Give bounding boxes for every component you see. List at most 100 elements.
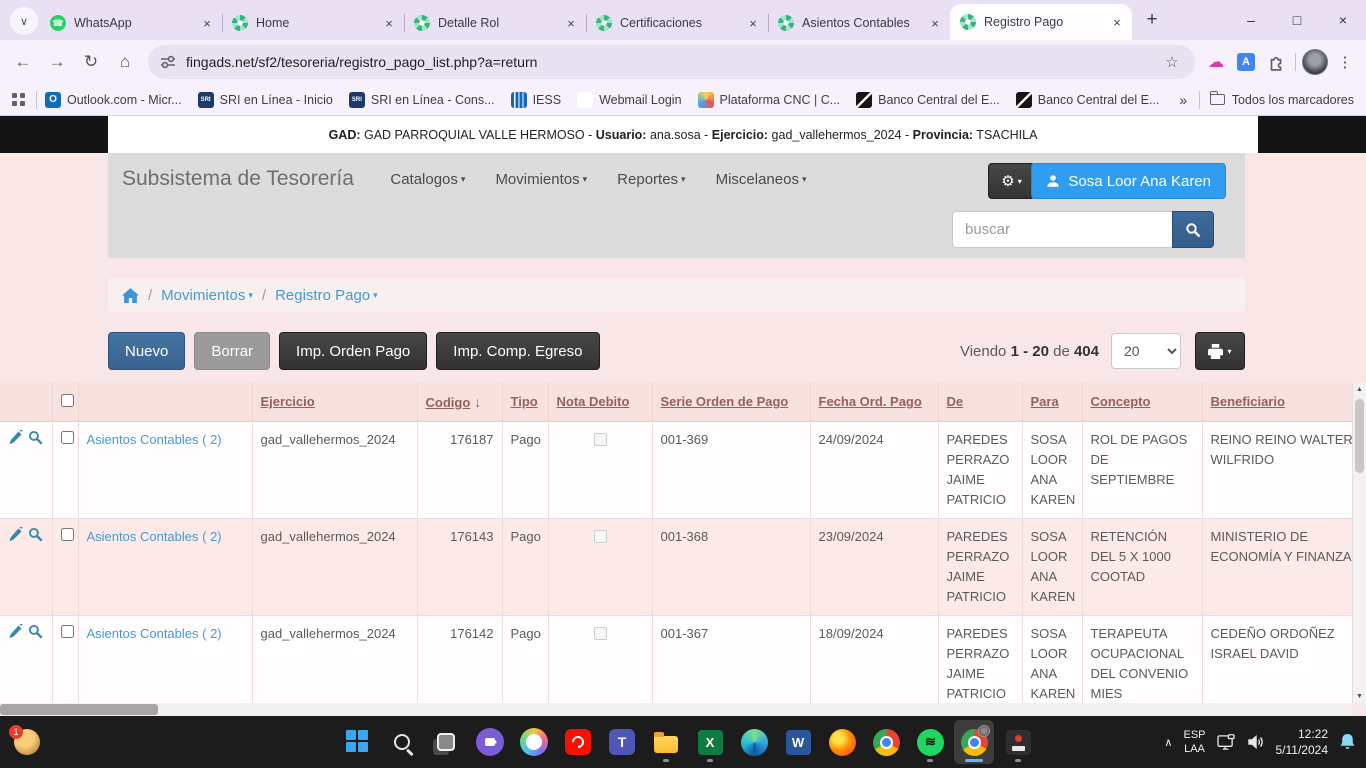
vertical-scroll-thumb[interactable]	[1355, 399, 1364, 473]
maximize-button[interactable]: □	[1274, 0, 1320, 40]
tab-detalle-rol[interactable]: Detalle Rol ×	[404, 6, 586, 40]
bookmark-bce-2[interactable]: Banco Central del E...	[1016, 92, 1160, 108]
edge-icon[interactable]	[734, 720, 774, 764]
print-button[interactable]: ▾	[1195, 332, 1245, 370]
menu-movimientos[interactable]: Movimientos▾	[495, 171, 587, 188]
view-magnifier-icon[interactable]	[28, 527, 43, 542]
home-breadcrumb-icon[interactable]	[122, 288, 139, 303]
url-text[interactable]: fingads.net/sf2/tesoreria/registro_pago_…	[186, 54, 1161, 70]
spotify-icon[interactable]: ≋	[910, 720, 950, 764]
tab-whatsapp[interactable]: ☎ WhatsApp ×	[40, 6, 222, 40]
page-size-select[interactable]: 20	[1111, 333, 1181, 369]
close-icon[interactable]: ×	[926, 14, 944, 32]
header-concepto[interactable]: Concepto	[1091, 394, 1151, 409]
monitor-icon[interactable]	[1217, 734, 1236, 751]
task-view-icon[interactable]	[426, 720, 466, 764]
bookmark-cnc[interactable]: Plataforma CNC | C...	[698, 92, 841, 108]
bookmark-iess[interactable]: IESS	[511, 92, 562, 108]
translate-icon[interactable]: A	[1231, 47, 1261, 77]
header-codigo[interactable]: Codigo	[426, 395, 471, 410]
scroll-down-icon[interactable]: ▼	[1353, 693, 1366, 700]
bookmarks-overflow-chevron[interactable]: »	[1179, 92, 1187, 108]
imp-comp-egreso-button[interactable]: Imp. Comp. Egreso	[436, 332, 599, 370]
bookmark-webmail[interactable]: cPWebmail Login	[577, 92, 681, 108]
back-icon[interactable]: ←	[6, 45, 40, 79]
close-icon[interactable]: ×	[562, 14, 580, 32]
start-button[interactable]	[338, 720, 378, 764]
minimize-button[interactable]: –	[1228, 0, 1274, 40]
tray-chevron-icon[interactable]: ∧	[1164, 736, 1172, 749]
home-icon[interactable]: ⌂	[108, 45, 142, 79]
teams-icon[interactable]: T	[602, 720, 642, 764]
bookmark-star-icon[interactable]: ☆	[1161, 53, 1183, 71]
excel-icon[interactable]: X	[690, 720, 730, 764]
reload-icon[interactable]: ↻	[74, 45, 108, 79]
close-icon[interactable]: ×	[198, 14, 216, 32]
edit-pencil-icon[interactable]	[8, 430, 23, 445]
launcher-app-icon[interactable]	[998, 720, 1038, 764]
profile-avatar[interactable]	[1300, 47, 1330, 77]
tab-search-chevron-icon[interactable]: ∨	[10, 7, 38, 35]
notification-bell-icon[interactable]	[1339, 733, 1356, 751]
row-checkbox[interactable]	[61, 431, 74, 444]
header-tipo[interactable]: Tipo	[511, 394, 538, 409]
new-tab-button[interactable]: +	[1138, 6, 1166, 34]
asientos-contables-link[interactable]: Asientos Contables ( 2)	[87, 432, 222, 447]
tab-home[interactable]: Home ×	[222, 6, 404, 40]
word-icon[interactable]: W	[778, 720, 818, 764]
edit-pencil-icon[interactable]	[8, 527, 23, 542]
chrome-active-icon[interactable]	[954, 720, 994, 764]
header-fecha[interactable]: Fecha Ord. Pago	[819, 394, 922, 409]
tab-asientos-contables[interactable]: Asientos Contables ×	[768, 6, 950, 40]
close-window-button[interactable]: ×	[1320, 0, 1366, 40]
select-all-checkbox[interactable]	[61, 394, 74, 407]
tune-icon[interactable]	[160, 54, 176, 70]
acrobat-icon[interactable]	[558, 720, 598, 764]
chrome-icon[interactable]	[866, 720, 906, 764]
search-button[interactable]	[1172, 211, 1214, 248]
scroll-up-icon[interactable]: ▲	[1353, 386, 1366, 393]
close-icon[interactable]: ×	[1108, 13, 1126, 31]
breadcrumb-registro-pago[interactable]: Registro Pago▾	[275, 287, 378, 304]
row-checkbox[interactable]	[61, 528, 74, 541]
copilot-icon[interactable]	[514, 720, 554, 764]
forward-icon[interactable]: →	[40, 45, 74, 79]
header-para[interactable]: Para	[1031, 394, 1059, 409]
nuevo-button[interactable]: Nuevo	[108, 332, 185, 370]
firefox-icon[interactable]	[822, 720, 862, 764]
search-input[interactable]	[952, 211, 1172, 248]
bookmark-sri-inicio[interactable]: SRISRI en Línea - Inicio	[198, 92, 333, 108]
asientos-contables-link[interactable]: Asientos Contables ( 2)	[87, 529, 222, 544]
language-indicator[interactable]: ESPLAA	[1183, 728, 1205, 757]
extensions-puzzle-icon[interactable]	[1261, 47, 1291, 77]
file-explorer-icon[interactable]	[646, 720, 686, 764]
edit-pencil-icon[interactable]	[8, 624, 23, 639]
row-checkbox[interactable]	[61, 625, 74, 638]
horizontal-scroll-thumb[interactable]	[0, 704, 158, 715]
close-icon[interactable]: ×	[744, 14, 762, 32]
horizontal-scrollbar[interactable]	[0, 703, 1352, 716]
header-ejercicio[interactable]: Ejercicio	[261, 394, 315, 409]
settings-gear-button[interactable]: ⚙ ▾	[988, 163, 1035, 199]
asientos-contables-link[interactable]: Asientos Contables ( 2)	[87, 626, 222, 641]
breadcrumb-movimientos[interactable]: Movimientos▾	[161, 287, 253, 304]
vertical-scrollbar[interactable]: ▲ ▼	[1352, 383, 1366, 703]
menu-reportes[interactable]: Reportes▾	[617, 171, 685, 188]
borrar-button[interactable]: Borrar	[194, 332, 270, 370]
taskbar-corner-widget-icon[interactable]: 1	[14, 729, 40, 755]
url-bar[interactable]: fingads.net/sf2/tesoreria/registro_pago_…	[148, 45, 1195, 79]
imp-orden-pago-button[interactable]: Imp. Orden Pago	[279, 332, 427, 370]
taskbar-search-icon[interactable]	[382, 720, 422, 764]
clock[interactable]: 12:225/11/2024	[1276, 726, 1329, 758]
weather-extension-icon[interactable]: ☁	[1201, 47, 1231, 77]
apps-grid-icon[interactable]	[12, 93, 26, 107]
bookmark-sri-consultas[interactable]: SRISRI en Línea - Cons...	[349, 92, 495, 108]
browser-menu-icon[interactable]: ⋮	[1330, 47, 1360, 77]
menu-miscelaneos[interactable]: Miscelaneos▾	[716, 171, 807, 188]
view-magnifier-icon[interactable]	[28, 624, 43, 639]
tab-registro-pago-active[interactable]: Registro Pago ×	[950, 4, 1132, 40]
header-de[interactable]: De	[947, 394, 964, 409]
bookmark-outlook[interactable]: OOutlook.com - Micr...	[45, 92, 182, 108]
header-serie[interactable]: Serie Orden de Pago	[661, 394, 789, 409]
user-account-button[interactable]: Sosa Loor Ana Karen	[1031, 163, 1226, 199]
